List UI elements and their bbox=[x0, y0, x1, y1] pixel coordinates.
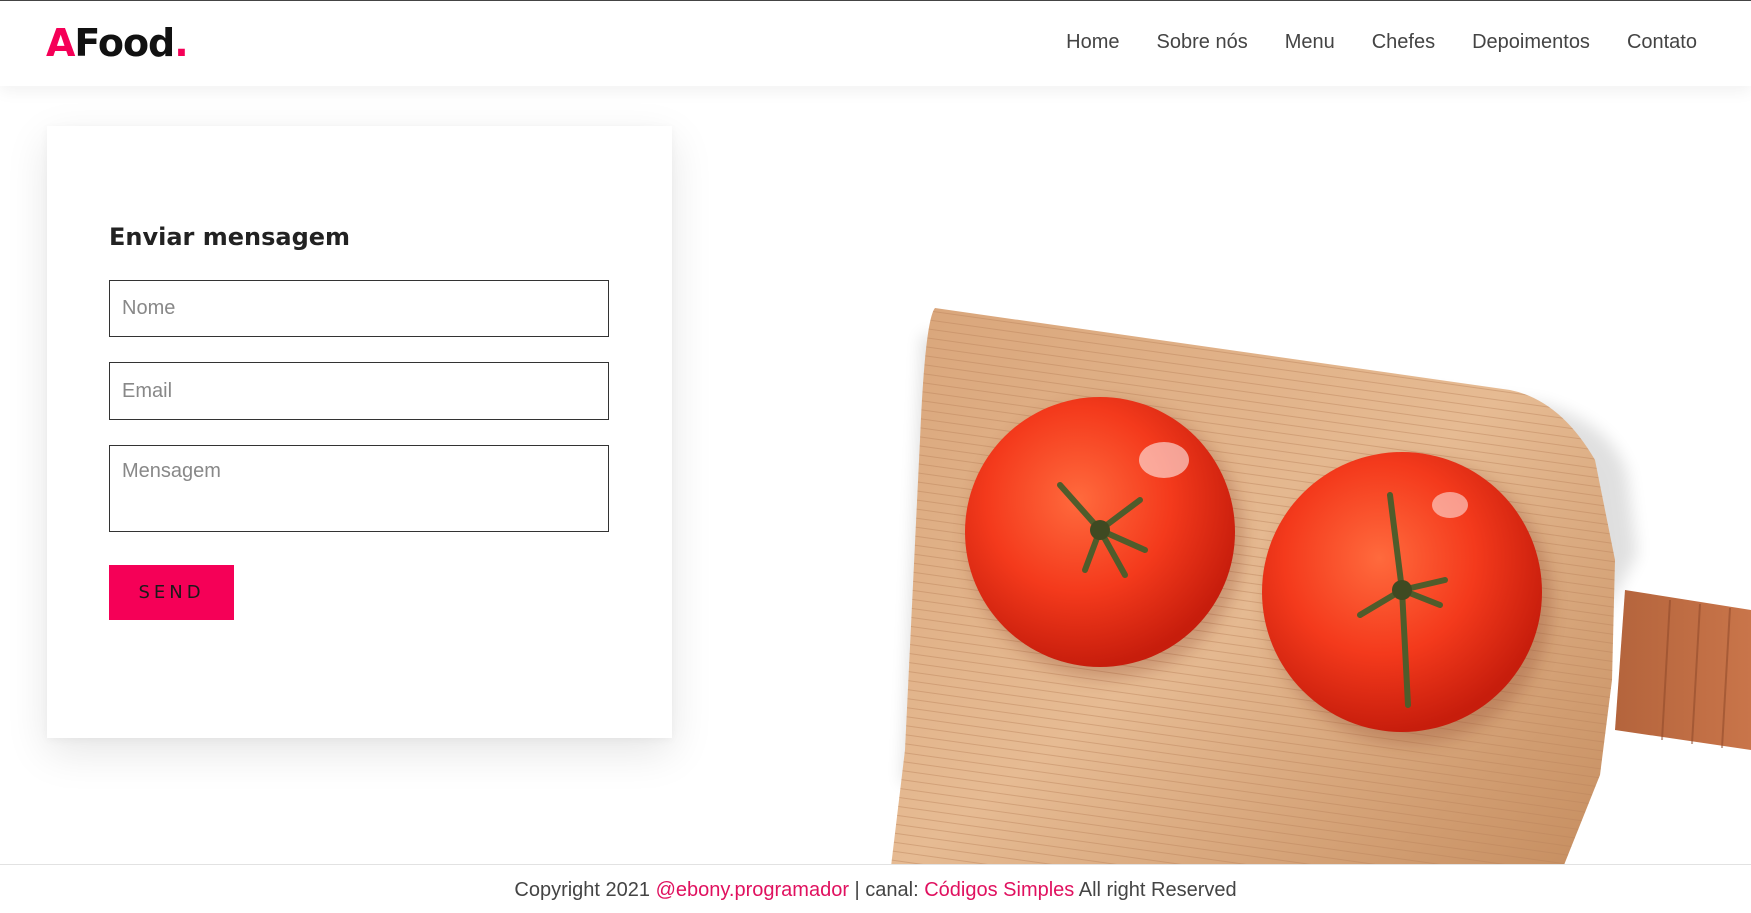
nav-menu[interactable]: Menu bbox=[1285, 31, 1335, 54]
logo-letter-a: A bbox=[46, 21, 75, 65]
email-input[interactable] bbox=[109, 362, 609, 420]
contact-form-card: Enviar mensagem SEND bbox=[47, 126, 672, 738]
logo-dot: . bbox=[174, 21, 188, 65]
site-header: AFood. Home Sobre nós Menu Chefes Depoim… bbox=[0, 0, 1751, 86]
footer-instagram-link[interactable]: @ebony.programador bbox=[656, 879, 849, 901]
form-title: Enviar mensagem bbox=[109, 223, 351, 251]
footer-copyright: Copyright 2021 bbox=[514, 879, 651, 901]
site-footer: Copyright 2021 @ebony.programador | cana… bbox=[0, 864, 1751, 913]
tomatoes-on-cutting-board-image bbox=[891, 308, 1751, 866]
main-nav: Home Sobre nós Menu Chefes Depoimentos C… bbox=[1066, 31, 1697, 54]
footer-channel-link[interactable]: Códigos Simples bbox=[924, 879, 1074, 901]
nav-contato[interactable]: Contato bbox=[1627, 31, 1697, 54]
brand-logo[interactable]: AFood. bbox=[46, 21, 189, 65]
message-textarea[interactable] bbox=[109, 445, 609, 532]
footer-separator: | canal: bbox=[854, 879, 919, 901]
name-input[interactable] bbox=[109, 280, 609, 337]
nav-chefes[interactable]: Chefes bbox=[1372, 31, 1435, 54]
contact-page: AFood. Home Sobre nós Menu Chefes Depoim… bbox=[0, 0, 1751, 913]
nav-home[interactable]: Home bbox=[1066, 31, 1119, 54]
send-button[interactable]: SEND bbox=[109, 565, 234, 620]
footer-rights: All right Reserved bbox=[1078, 879, 1237, 901]
nav-depoimentos[interactable]: Depoimentos bbox=[1472, 31, 1590, 54]
nav-sobre-nos[interactable]: Sobre nós bbox=[1157, 31, 1248, 54]
logo-food-text: Food bbox=[74, 21, 175, 65]
